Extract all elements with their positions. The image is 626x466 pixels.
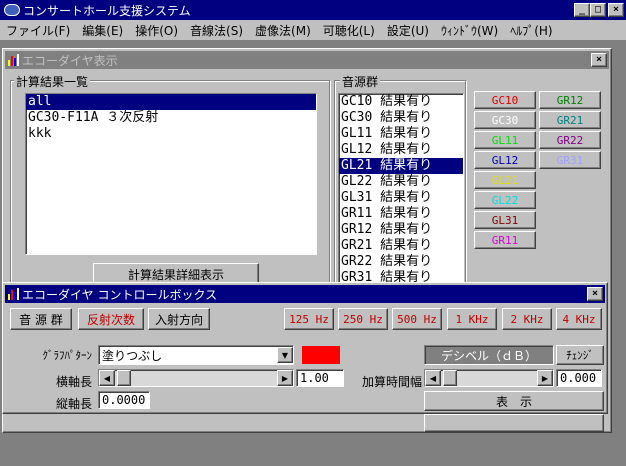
graph-pattern-select[interactable]: 塗りつぶし ▼ xyxy=(98,345,294,365)
freq-button[interactable]: 4 KHz xyxy=(556,308,602,330)
group-button[interactable]: GC10 xyxy=(474,91,536,109)
minimize-icon[interactable]: _ xyxy=(574,3,590,17)
maximize-icon[interactable]: □ xyxy=(590,3,606,17)
group-button[interactable]: GC30 xyxy=(474,111,536,129)
graph-pattern-value: 塗りつぶし xyxy=(102,348,163,363)
source-item[interactable]: GC30 結果有り xyxy=(339,110,463,126)
control-box-title: エコーダイヤ コントロールボックス xyxy=(22,287,218,302)
scroll-left-icon[interactable]: ◀ xyxy=(99,370,115,386)
group-button[interactable]: GL31 xyxy=(474,211,536,229)
freq-button[interactable]: 125 Hz xyxy=(284,308,334,330)
source-item[interactable]: GR12 結果有り xyxy=(339,222,463,238)
menu-bar: ファイル(F) 編集(E) 操作(O) 音線法(S) 虚像法(M) 可聴化(L)… xyxy=(0,20,626,40)
scroll-right-icon[interactable]: ▶ xyxy=(537,370,553,386)
results-list[interactable]: all GC30-F11A ３次反射 kkk xyxy=(25,93,317,255)
source-item[interactable]: GL11 結果有り xyxy=(339,126,463,142)
chevron-down-icon[interactable]: ▼ xyxy=(277,347,293,363)
group-button[interactable]: GL22 xyxy=(474,191,536,209)
app-title: コンサートホール支援システム xyxy=(23,3,191,18)
source-item[interactable]: GL12 結果有り xyxy=(339,142,463,158)
close-icon[interactable]: × xyxy=(587,287,603,301)
menu-window[interactable]: ｳｨﾝﾄﾞｳ(W) xyxy=(435,22,504,39)
chart-icon xyxy=(8,288,19,300)
mode-button-sources[interactable]: 音 源 群 xyxy=(10,308,72,330)
menu-ray[interactable]: 音線法(S) xyxy=(184,22,249,39)
group-button[interactable]: GL21 xyxy=(474,171,536,189)
result-item[interactable]: GC30-F11A ３次反射 xyxy=(26,110,316,126)
menu-file[interactable]: ファイル(F) xyxy=(0,22,76,39)
echo-window-title-bar: エコーダイヤ表示 × xyxy=(5,51,609,69)
add-time-label: 加算時間幅 xyxy=(361,375,422,389)
group-button[interactable]: GR31 xyxy=(539,151,601,169)
freq-button[interactable]: 2 KHz xyxy=(502,308,552,330)
menu-edit[interactable]: 編集(E) xyxy=(76,22,129,39)
menu-operate[interactable]: 操作(O) xyxy=(129,22,184,39)
menu-audible[interactable]: 可聴化(L) xyxy=(317,22,381,39)
group-button[interactable]: GL12 xyxy=(474,151,536,169)
freq-button[interactable]: 500 Hz xyxy=(392,308,442,330)
source-item[interactable]: GL22 結果有り xyxy=(339,174,463,190)
group-button[interactable]: GR21 xyxy=(539,111,601,129)
y-axis-input[interactable]: 0.0000 xyxy=(98,391,150,409)
mode-button-incident[interactable]: 入射方向 xyxy=(148,308,210,330)
group-button[interactable]: GL11 xyxy=(474,131,536,149)
control-box-title-bar: エコーダイヤ コントロールボックス × xyxy=(5,285,605,303)
y-axis-label: 縦軸長 xyxy=(55,397,92,411)
source-item[interactable]: GR21 結果有り xyxy=(339,238,463,254)
scroll-thumb[interactable] xyxy=(117,370,131,386)
sources-list[interactable]: GC10 結果有り GC30 結果有り GL11 結果有り GL12 結果有り GL21… xyxy=(338,93,464,285)
close-icon[interactable]: × xyxy=(608,3,624,17)
source-item[interactable]: GC10 結果有り xyxy=(339,94,463,110)
source-item[interactable]: GL31 結果有り xyxy=(339,190,463,206)
source-item[interactable]: GL21 結果有り xyxy=(339,158,463,174)
result-item[interactable]: all xyxy=(26,94,316,110)
sources-label: 音源群 xyxy=(340,73,381,90)
chart-icon xyxy=(8,54,19,66)
app-title-bar: コンサートホール支援システム _ □ × xyxy=(0,0,626,20)
hidden-button xyxy=(424,414,604,432)
echo-window-title: エコーダイヤ表示 xyxy=(22,53,118,68)
group-button[interactable]: GR12 xyxy=(539,91,601,109)
decibel-button[interactable]: デシベル（ｄＢ） xyxy=(424,345,554,365)
freq-button[interactable]: 250 Hz xyxy=(338,308,388,330)
group-button[interactable]: GR22 xyxy=(539,131,601,149)
menu-help[interactable]: ﾍﾙﾌﾟ(H) xyxy=(504,22,558,39)
mode-button-reflection[interactable]: 反射次数 xyxy=(78,308,144,330)
change-button[interactable]: ﾁｪﾝｼﾞ xyxy=(556,345,604,365)
color-swatch[interactable] xyxy=(302,346,340,364)
x-axis-scrollbar[interactable]: ◀ ▶ xyxy=(98,369,294,387)
display-button[interactable]: 表 示 xyxy=(424,391,604,411)
menu-settings[interactable]: 設定(U) xyxy=(381,22,435,39)
source-item[interactable]: GR22 結果有り xyxy=(339,254,463,270)
result-item[interactable]: kkk xyxy=(26,126,316,142)
add-time-input[interactable]: 0.000 xyxy=(556,369,602,387)
x-axis-label: 横軸長 xyxy=(55,375,92,389)
scroll-thumb[interactable] xyxy=(443,370,457,386)
graph-pattern-label: ｸﾞﾗﾌﾊﾟﾀｰﾝ xyxy=(42,349,93,362)
x-axis-input[interactable]: 1.00 xyxy=(296,369,344,387)
scroll-left-icon[interactable]: ◀ xyxy=(425,370,441,386)
add-time-scrollbar[interactable]: ◀ ▶ xyxy=(424,369,554,387)
group-button[interactable]: GR11 xyxy=(474,231,536,249)
results-label: 計算結果一覧 xyxy=(14,73,91,90)
source-item[interactable]: GR11 結果有り xyxy=(339,206,463,222)
app-logo-icon xyxy=(4,4,20,16)
close-icon[interactable]: × xyxy=(591,53,607,67)
scroll-right-icon[interactable]: ▶ xyxy=(277,370,293,386)
menu-image[interactable]: 虚像法(M) xyxy=(249,22,317,39)
freq-button[interactable]: 1 KHz xyxy=(447,308,497,330)
